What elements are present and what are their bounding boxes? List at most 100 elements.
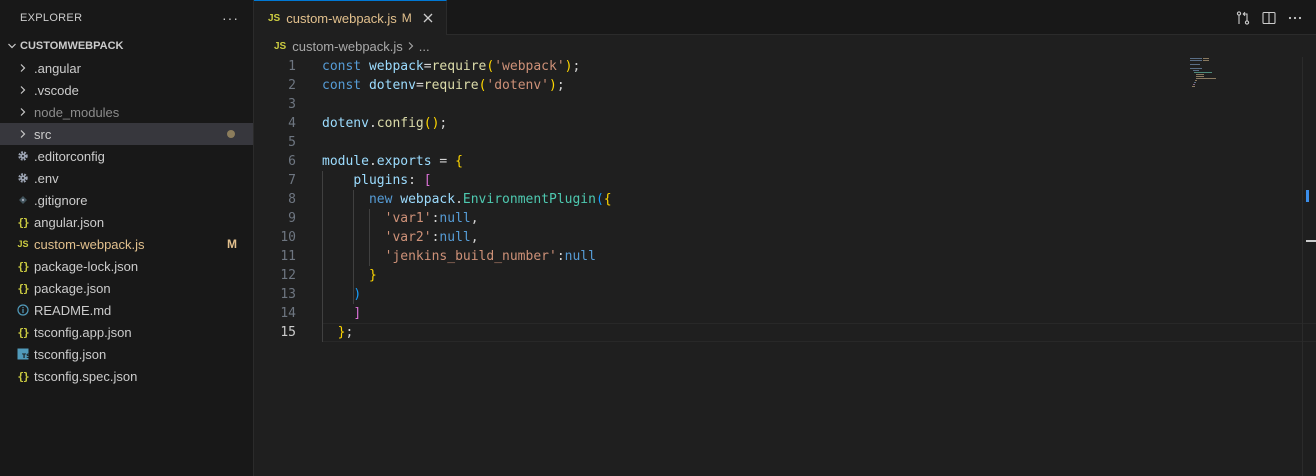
tab-bar: JS custom-webpack.js M [254, 0, 1316, 35]
file-item-editorconfig[interactable]: .editorconfig [0, 145, 253, 167]
code-text: ) [322, 285, 361, 304]
code-line[interactable]: 7 plugins: [ [254, 171, 1184, 190]
split-editor-icon[interactable] [1260, 9, 1278, 27]
breadcrumb-more[interactable]: ... [419, 39, 430, 54]
compare-changes-icon[interactable] [1234, 9, 1252, 27]
file-item-angular-json[interactable]: {} angular.json [0, 211, 253, 233]
tab-custom-webpack[interactable]: JS custom-webpack.js M [254, 0, 447, 35]
scrollbar-cursor-marker [1306, 240, 1316, 242]
file-item-tsconfig-spec-json[interactable]: {} tsconfig.spec.json [0, 365, 253, 387]
more-actions-button[interactable]: ··· [222, 10, 239, 26]
folder-item-vscode[interactable]: .vscode [0, 79, 253, 101]
code-token: : [556, 249, 565, 264]
code-line[interactable]: 2 const dotenv=require('dotenv'); [254, 76, 1184, 95]
code-line[interactable]: 4 dotenv.config(); [254, 114, 1184, 133]
tree-item-label: custom-webpack.js [34, 236, 145, 252]
chevron-right-icon [16, 104, 30, 120]
code-line[interactable]: 5 [254, 133, 1184, 152]
line-number: 12 [280, 268, 296, 283]
code-token: config [376, 116, 424, 131]
indent-guide [322, 171, 323, 342]
code-token: require [423, 78, 479, 93]
tree-item-label: angular.json [34, 214, 105, 230]
file-item-tsconfig-json[interactable]: TS tsconfig.json [0, 343, 253, 365]
json-braces-icon: {} [17, 259, 29, 273]
code-token: { [455, 154, 463, 169]
code-token: . [455, 192, 463, 207]
code-token: 'var1' [384, 211, 432, 226]
code-token: null [439, 230, 471, 245]
line-number: 5 [288, 135, 296, 150]
code-editor[interactable]: 1 const webpack=require('webpack'); 2 const… [254, 57, 1316, 342]
file-item-env[interactable]: .env [0, 167, 253, 189]
explorer-header: EXPLORER ··· [0, 0, 253, 35]
explorer-title: EXPLORER [20, 11, 83, 24]
code-token: ; [345, 325, 354, 340]
tree-item-label: .editorconfig [34, 148, 105, 164]
js-icon: JS [17, 239, 29, 249]
code-text: } [322, 266, 377, 285]
code-token: { [603, 192, 612, 207]
line-number: 14 [280, 306, 296, 321]
vertical-scrollbar[interactable] [1302, 57, 1316, 476]
svg-text:TS: TS [22, 353, 29, 360]
code-text: const webpack=require('webpack'); [322, 57, 580, 76]
code-token: module [322, 154, 369, 169]
code-token: null [439, 211, 471, 226]
code-line[interactable]: 1 const webpack=require('webpack'); [254, 57, 1184, 76]
code-line[interactable]: 6 module.exports = { [254, 152, 1184, 171]
minimap[interactable] [1190, 57, 1230, 97]
folder-item-node-modules[interactable]: node_modules [0, 101, 253, 123]
file-item-custom-webpack-js[interactable]: JS custom-webpack.js M [0, 233, 253, 255]
code-token: 'jenkins_build_number' [384, 249, 557, 264]
file-item-package-lock-json[interactable]: {} package-lock.json [0, 255, 253, 277]
code-token: ( [595, 192, 604, 207]
chevron-right-icon [16, 60, 30, 76]
code-token: } [368, 268, 377, 283]
code-token: ] [353, 306, 362, 321]
code-line[interactable]: 10 'var2':null, [254, 228, 1184, 247]
code-line[interactable]: 3 [254, 95, 1184, 114]
current-line-highlight [322, 323, 1316, 342]
indent-guide [368, 209, 370, 266]
code-line[interactable]: 15 }; [254, 323, 1316, 342]
code-line[interactable]: 8 new webpack.EnvironmentPlugin({ [254, 190, 1184, 209]
tab-modified-indicator: M [401, 11, 412, 25]
code-token: ) [549, 78, 557, 93]
json-braces-icon: {} [17, 281, 29, 295]
file-item-package-json[interactable]: {} package.json [0, 277, 253, 299]
file-item-gitignore[interactable]: .gitignore [0, 189, 253, 211]
code-text: module.exports = { [322, 152, 463, 171]
code-line[interactable]: 11 'jenkins_build_number':null [254, 247, 1184, 266]
folder-item-angular[interactable]: .angular [0, 57, 253, 79]
js-icon: JS [274, 40, 287, 52]
breadcrumb-file[interactable]: custom-webpack.js [292, 39, 403, 54]
more-actions-icon[interactable] [1286, 9, 1304, 27]
code-text: plugins: [ [322, 171, 431, 190]
code-line[interactable]: 13 ) [254, 285, 1184, 304]
root-folder[interactable]: CUSTOMWEBPACK [0, 35, 253, 57]
close-icon[interactable] [420, 10, 436, 26]
code-line[interactable]: 14 ] [254, 304, 1184, 323]
tree-item-label: .gitignore [34, 192, 88, 208]
code-line[interactable]: 9 'var1':null, [254, 209, 1184, 228]
code-text: dotenv.config(); [322, 114, 447, 133]
tree-item-label: tsconfig.app.json [34, 324, 132, 340]
chevron-right-icon [16, 126, 30, 142]
code-text: ] [322, 304, 361, 323]
code-token: 'dotenv' [486, 78, 550, 93]
code-token: dotenv [322, 116, 369, 131]
code-line[interactable]: 12 } [254, 266, 1184, 285]
file-item-tsconfig-app-json[interactable]: {} tsconfig.app.json [0, 321, 253, 343]
code-token: dotenv [368, 78, 416, 93]
line-number: 8 [288, 192, 296, 207]
folder-item-src[interactable]: src [0, 123, 253, 145]
file-tree: .angular .vscode node_modules src .editorcon… [0, 57, 253, 387]
code-text: const dotenv=require('dotenv'); [322, 76, 565, 95]
code-token: = [431, 154, 456, 169]
code-token: ; [439, 116, 448, 131]
code-token: 'var2' [384, 230, 432, 245]
tree-item-label: .env [34, 170, 59, 186]
file-item-readme-md[interactable]: README.md [0, 299, 253, 321]
